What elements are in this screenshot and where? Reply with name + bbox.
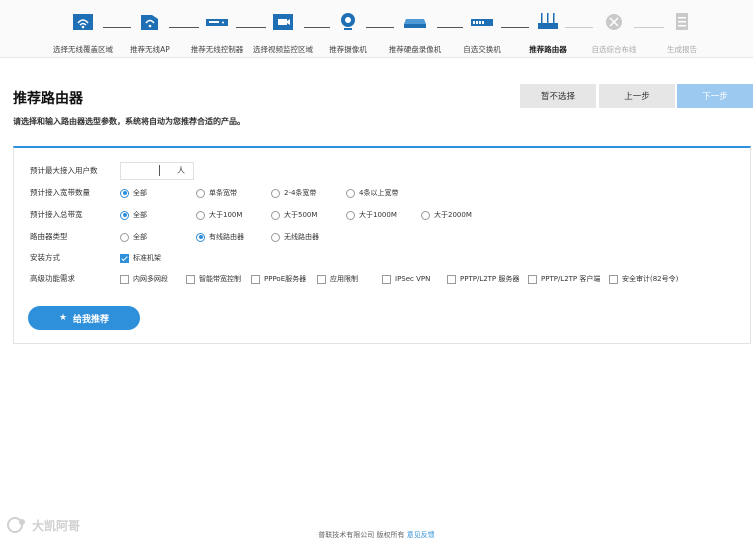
copyright-text: 普联技术有限公司 版权所有 bbox=[318, 531, 405, 539]
option-label: 安全审计(82号令) bbox=[622, 275, 679, 283]
radio-icon bbox=[271, 188, 280, 198]
option-label: 智能带宽控制 bbox=[199, 275, 241, 283]
checkbox-icon bbox=[609, 274, 618, 284]
field-label: 预计接入宽带数量 bbox=[30, 188, 90, 197]
radio-broadband-2-4[interactable]: 2-4条宽带 bbox=[271, 186, 316, 200]
cabling-icon bbox=[606, 14, 622, 30]
field-label: 安装方式 bbox=[30, 253, 60, 262]
radio-icon bbox=[271, 210, 280, 220]
checkbox-icon bbox=[317, 274, 326, 284]
checkbox-icon bbox=[120, 274, 129, 284]
field-label: 路由器类型 bbox=[30, 232, 68, 241]
checkbox-security-audit[interactable]: 安全审计(82号令) bbox=[609, 272, 678, 286]
radio-broadband-single[interactable]: 单条宽带 bbox=[196, 186, 237, 200]
step-report: 生成报告 bbox=[642, 12, 722, 55]
option-label: 大于100M bbox=[209, 211, 243, 219]
star-icon: ★ bbox=[58, 313, 68, 323]
switch-icon bbox=[471, 19, 493, 26]
radio-icon bbox=[196, 188, 205, 198]
checkbox-icon bbox=[528, 274, 537, 284]
option-label: 应用限制 bbox=[330, 275, 358, 283]
progress-stepper: 选择无线覆盖区域 推荐无线AP 推荐无线控制器 选择视频监控区域 推荐摄像机 推… bbox=[0, 0, 753, 58]
page-subtitle: 请选择和输入路由器选型参数，系统将自动为您推荐合适的产品。 bbox=[13, 117, 245, 126]
skip-button[interactable]: 暂不选择 bbox=[520, 84, 596, 108]
checkbox-ipsec-vpn[interactable]: IPSec VPN bbox=[382, 272, 430, 286]
option-label: 标准机架 bbox=[133, 254, 161, 262]
checkbox-l2tp-server[interactable]: PPTP/L2TP 服务器 bbox=[447, 272, 519, 286]
option-label: 全部 bbox=[133, 233, 147, 241]
radio-bandwidth-all[interactable]: 全部 bbox=[120, 208, 147, 222]
text-cursor bbox=[159, 165, 160, 176]
radio-router-wireless[interactable]: 无线路由器 bbox=[271, 230, 319, 244]
page-footer: 普联技术有限公司 版权所有 意见反馈 bbox=[0, 530, 753, 540]
radio-icon bbox=[196, 210, 205, 220]
wifi-area-icon bbox=[73, 14, 93, 30]
field-label: 预计最大接入用户数 bbox=[30, 166, 98, 175]
step-label: 生成报告 bbox=[667, 45, 697, 54]
checkbox-icon bbox=[382, 274, 391, 284]
option-label: 大于500M bbox=[284, 211, 318, 219]
checkbox-icon bbox=[447, 274, 456, 284]
option-label: 单条宽带 bbox=[209, 189, 237, 197]
radio-icon bbox=[271, 232, 280, 242]
page-title: 推荐路由器 bbox=[13, 91, 83, 107]
unit-label: 人 bbox=[177, 166, 185, 175]
controller-icon bbox=[206, 19, 228, 26]
option-label: 大于1000M bbox=[359, 211, 397, 219]
next-step-button[interactable]: 下一步 bbox=[677, 84, 753, 108]
radio-router-wired[interactable]: 有线路由器 bbox=[196, 230, 244, 244]
router-params-form: 预计最大接入用户数 人 预计接入宽带数量 全部 单条宽带 2-4条宽带 4条以上… bbox=[13, 146, 751, 344]
option-label: PPTP/L2TP 客户端 bbox=[541, 275, 601, 283]
max-users-input[interactable] bbox=[121, 163, 175, 179]
nvr-icon bbox=[404, 19, 426, 28]
radio-broadband-all[interactable]: 全部 bbox=[120, 186, 147, 200]
recommend-button-label: 给我推荐 bbox=[73, 314, 110, 325]
page: 选择无线覆盖区域 推荐无线AP 推荐无线控制器 选择视频监控区域 推荐摄像机 推… bbox=[0, 0, 753, 544]
router-icon bbox=[538, 13, 558, 29]
radio-icon bbox=[120, 210, 129, 220]
checkbox-bandwidth-control[interactable]: 智能带宽控制 bbox=[186, 272, 241, 286]
camera-area-icon bbox=[273, 14, 293, 30]
max-users-field[interactable]: 人 bbox=[120, 162, 194, 180]
option-label: 有线路由器 bbox=[209, 233, 244, 241]
checkbox-l2tp-client[interactable]: PPTP/L2TP 客户端 bbox=[528, 272, 600, 286]
checkbox-icon bbox=[186, 274, 195, 284]
radio-bandwidth-500m[interactable]: 大于500M bbox=[271, 208, 317, 222]
radio-icon bbox=[196, 232, 205, 242]
radio-router-all[interactable]: 全部 bbox=[120, 230, 147, 244]
radio-bandwidth-1000m[interactable]: 大于1000M bbox=[346, 208, 397, 222]
report-icon bbox=[676, 13, 688, 30]
radio-broadband-4plus[interactable]: 4条以上宽带 bbox=[346, 186, 398, 200]
option-label: 内网多网段 bbox=[133, 275, 168, 283]
option-label: 4条以上宽带 bbox=[359, 189, 399, 197]
field-label: 高级功能需求 bbox=[30, 274, 75, 283]
option-label: 无线路由器 bbox=[284, 233, 319, 241]
radio-icon bbox=[120, 232, 129, 242]
radio-icon bbox=[120, 188, 129, 198]
radio-icon bbox=[421, 210, 430, 220]
prev-step-button[interactable]: 上一步 bbox=[599, 84, 675, 108]
camera-icon bbox=[341, 13, 355, 30]
option-label: 全部 bbox=[133, 189, 147, 197]
radio-bandwidth-100m[interactable]: 大于100M bbox=[196, 208, 242, 222]
checkbox-app-limit[interactable]: 应用限制 bbox=[317, 272, 358, 286]
checkbox-pppoe-server[interactable]: PPPoE服务器 bbox=[251, 272, 306, 286]
checkbox-icon bbox=[251, 274, 260, 284]
recommend-button[interactable]: ★ 给我推荐 bbox=[28, 306, 140, 330]
option-label: IPSec VPN bbox=[395, 275, 431, 283]
option-label: PPTP/L2TP 服务器 bbox=[460, 275, 520, 283]
option-label: 2-4条宽带 bbox=[284, 189, 317, 197]
option-label: PPPoE服务器 bbox=[264, 275, 307, 283]
field-label: 预计接入总带宽 bbox=[30, 210, 83, 219]
checkbox-icon bbox=[120, 253, 129, 263]
checkbox-multi-subnet[interactable]: 内网多网段 bbox=[120, 272, 168, 286]
option-label: 全部 bbox=[133, 211, 147, 219]
radio-icon bbox=[346, 210, 355, 220]
feedback-link[interactable]: 意见反馈 bbox=[407, 531, 435, 539]
radio-bandwidth-2000m[interactable]: 大于2000M bbox=[421, 208, 472, 222]
checkbox-rack-mount[interactable]: 标准机架 bbox=[120, 251, 161, 265]
wifi-ap-icon bbox=[141, 15, 158, 30]
radio-icon bbox=[346, 188, 355, 198]
option-label: 大于2000M bbox=[434, 211, 472, 219]
